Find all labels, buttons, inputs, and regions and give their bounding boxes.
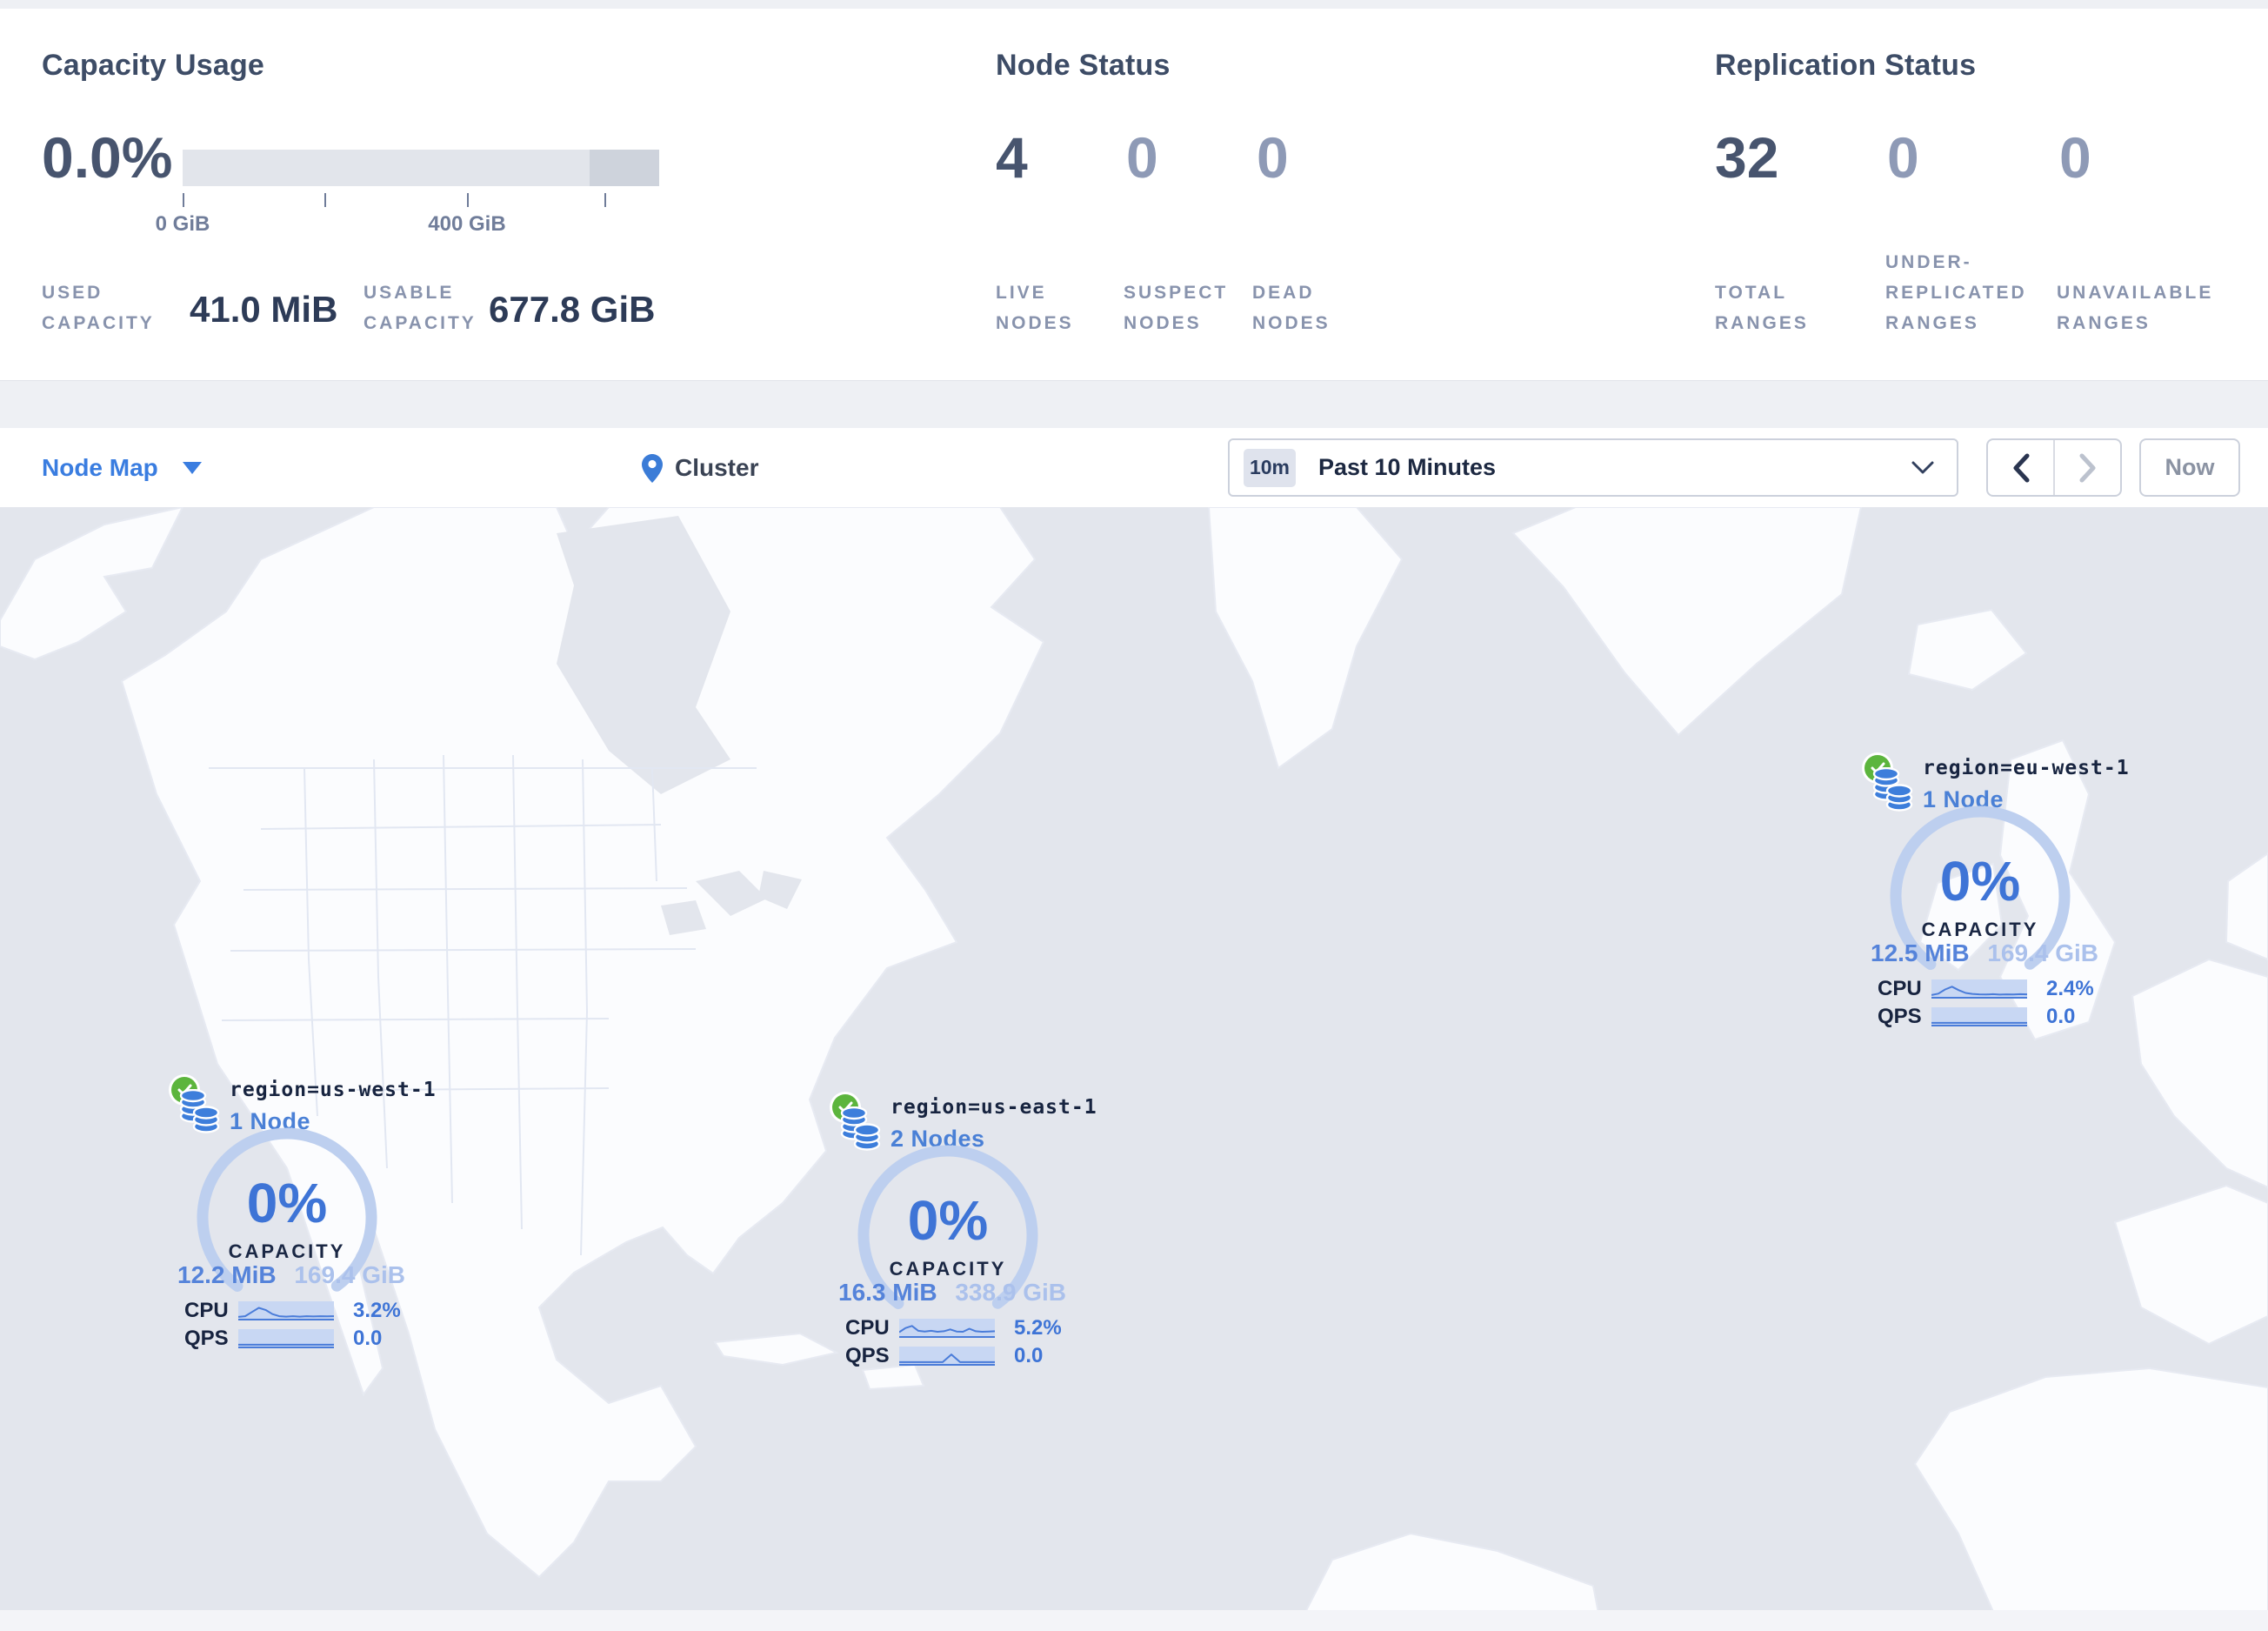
region-capacity-label: CAPACITY bbox=[1921, 919, 2039, 940]
time-range-badge: 10m bbox=[1244, 448, 1296, 487]
qps-value: 0.0 bbox=[353, 1327, 383, 1350]
cpu-sparkline bbox=[238, 1301, 334, 1320]
time-range-nav bbox=[1986, 438, 2122, 497]
next-range-button[interactable] bbox=[2053, 440, 2120, 495]
map-toolbar: Node Map Cluster 10m Past 10 Minutes Now bbox=[0, 428, 2268, 508]
region-marker-eu-west-1[interactable]: region=eu-west-1 1 Node 0% CAPACITY 12.5… bbox=[1864, 755, 2129, 1051]
under-replicated-ranges-label: UNDER- REPLICATED RANGES bbox=[1885, 252, 2027, 333]
qps-value: 0.0 bbox=[1014, 1344, 1044, 1367]
region-marker-us-east-1[interactable]: region=us-east-1 2 Nodes 0% CAPACITY 16.… bbox=[832, 1094, 1097, 1390]
region-capacity-label: CAPACITY bbox=[228, 1240, 346, 1262]
capacity-usage-bar bbox=[183, 150, 659, 186]
cpu-value: 2.4% bbox=[2046, 977, 2094, 1000]
cpu-sparkline bbox=[1931, 979, 2027, 999]
view-selector-dropdown[interactable]: Node Map bbox=[42, 428, 202, 508]
region-capacity-percent: 0% bbox=[246, 1172, 328, 1234]
region-capacity-label: CAPACITY bbox=[889, 1258, 1007, 1280]
capacity-usage-percent: 0.0% bbox=[42, 125, 173, 190]
cluster-summary-panel: Capacity Usage 0.0% 0 GiB 400 GiB USED C… bbox=[0, 9, 2268, 381]
prev-range-button[interactable] bbox=[1988, 440, 2053, 495]
capacity-axis-label-0: 0 GiB bbox=[155, 212, 210, 236]
region-label: region=eu-west-1 bbox=[1923, 757, 2130, 779]
view-selector-label: Node Map bbox=[42, 454, 158, 481]
region-label: region=us-west-1 bbox=[230, 1079, 437, 1101]
capacity-axis-tick bbox=[467, 193, 469, 207]
region-label: region=us-east-1 bbox=[891, 1096, 1097, 1119]
qps-sparkline bbox=[238, 1329, 334, 1348]
unavailable-ranges-count: 0 bbox=[2059, 125, 2091, 190]
world-map bbox=[0, 507, 2268, 1631]
live-nodes-count: 4 bbox=[996, 125, 1028, 190]
region-total-capacity: 169.4 GiB bbox=[294, 1261, 405, 1288]
usable-capacity-value: 677.8 GiB bbox=[489, 289, 656, 330]
replication-status-title: Replication Status bbox=[1715, 49, 1977, 82]
node-status-title: Node Status bbox=[996, 49, 1171, 82]
capacity-usage-title: Capacity Usage bbox=[42, 49, 265, 82]
qps-label: QPS bbox=[1878, 1005, 1922, 1028]
time-range-label: Past 10 Minutes bbox=[1318, 454, 1497, 480]
under-replicated-ranges-count: 0 bbox=[1887, 125, 1919, 190]
breadcrumb-label: Cluster bbox=[675, 454, 759, 481]
chevron-left-icon bbox=[2013, 453, 2029, 482]
qps-sparkline bbox=[1931, 1007, 2027, 1026]
unavailable-ranges-label: UNAVAILABLE RANGES bbox=[2057, 283, 2214, 333]
capacity-axis-tick bbox=[324, 193, 326, 207]
suspect-nodes-count: 0 bbox=[1126, 125, 1158, 190]
total-ranges-label: TOTAL RANGES bbox=[1715, 283, 1809, 333]
node-map: region=us-west-1 1 Node 0% CAPACITY 12.2… bbox=[0, 507, 2268, 1631]
region-total-capacity: 338.9 GiB bbox=[955, 1279, 1066, 1306]
capacity-axis-tick bbox=[604, 193, 606, 207]
capacity-usage-bar-segment bbox=[590, 150, 659, 186]
live-nodes-label: LIVE NODES bbox=[996, 283, 1074, 333]
cpu-value: 3.2% bbox=[353, 1299, 401, 1322]
qps-label: QPS bbox=[845, 1344, 890, 1367]
time-range-dropdown[interactable]: 10m Past 10 Minutes bbox=[1228, 438, 1958, 497]
breadcrumb[interactable]: Cluster bbox=[642, 428, 758, 508]
now-button[interactable]: Now bbox=[2139, 438, 2240, 497]
total-ranges-count: 32 bbox=[1715, 125, 1779, 190]
cpu-label: CPU bbox=[845, 1316, 890, 1340]
region-used-capacity: 16.3 MiB bbox=[838, 1279, 937, 1306]
used-capacity-value: 41.0 MiB bbox=[190, 289, 338, 330]
used-capacity-label: USED CAPACITY bbox=[42, 283, 155, 333]
suspect-nodes-label: SUSPECT NODES bbox=[1124, 283, 1229, 333]
cpu-label: CPU bbox=[184, 1299, 229, 1322]
qps-sparkline bbox=[899, 1347, 995, 1366]
region-capacity-percent: 0% bbox=[1939, 850, 2021, 912]
dead-nodes-count: 0 bbox=[1257, 125, 1289, 190]
dead-nodes-label: DEAD NODES bbox=[1252, 283, 1331, 333]
chevron-down-icon bbox=[1911, 461, 1934, 473]
cpu-value: 5.2% bbox=[1014, 1316, 1062, 1340]
qps-value: 0.0 bbox=[2046, 1005, 2076, 1028]
region-marker-us-west-1[interactable]: region=us-west-1 1 Node 0% CAPACITY 12.2… bbox=[171, 1077, 436, 1373]
region-used-capacity: 12.5 MiB bbox=[1871, 939, 1970, 966]
usable-capacity-label: USABLE CAPACITY bbox=[364, 283, 477, 333]
chevron-down-icon bbox=[182, 462, 202, 474]
qps-label: QPS bbox=[184, 1327, 229, 1350]
cpu-sparkline bbox=[899, 1319, 995, 1338]
region-capacity-percent: 0% bbox=[907, 1189, 989, 1252]
map-bottom-strip bbox=[0, 1610, 2268, 1631]
region-total-capacity: 169.4 GiB bbox=[1987, 939, 2098, 966]
capacity-axis-tick bbox=[183, 193, 184, 207]
location-pin-icon bbox=[642, 453, 663, 483]
region-used-capacity: 12.2 MiB bbox=[177, 1261, 277, 1288]
cpu-label: CPU bbox=[1878, 977, 1922, 1000]
capacity-axis-label-400: 400 GiB bbox=[428, 212, 506, 236]
chevron-right-icon bbox=[2079, 453, 2095, 482]
